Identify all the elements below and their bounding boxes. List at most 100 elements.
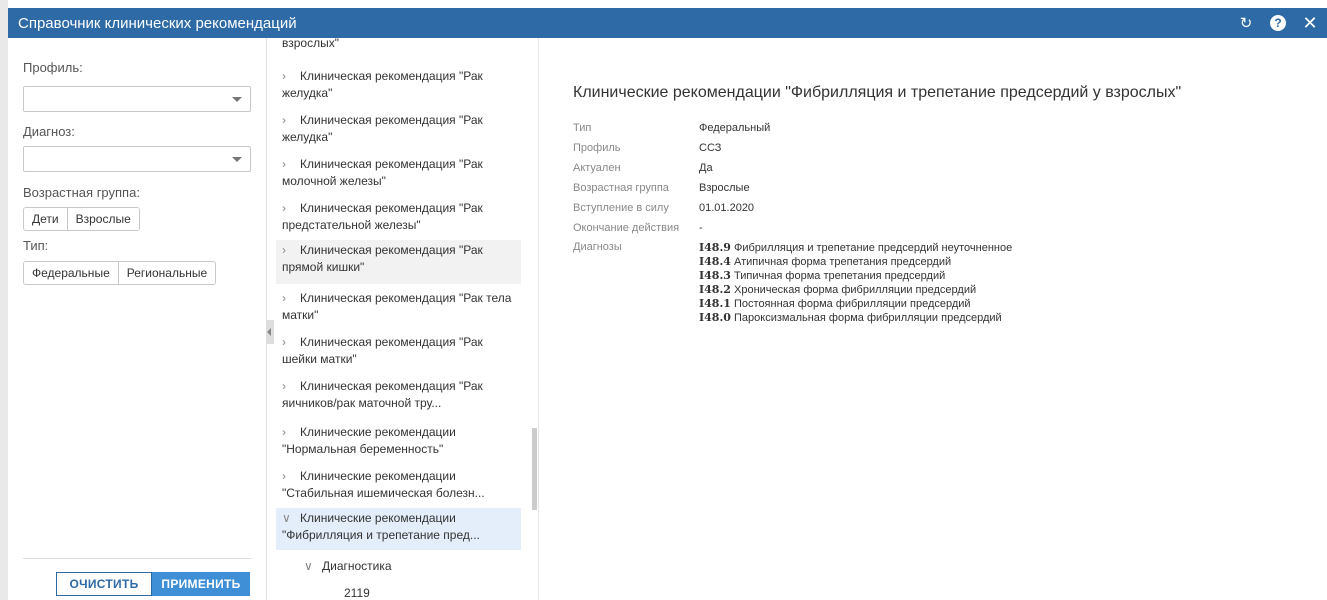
tree-item-label: Клиническая рекомендация "Рак bbox=[300, 201, 483, 215]
tree-item[interactable]: › Клиническая рекомендация "Рак шейки мат… bbox=[276, 332, 521, 370]
type-toggle: Федеральные Региональные bbox=[23, 261, 217, 285]
diagnosis-text: Фибрилляция и трепетание предсердий неут… bbox=[734, 242, 1013, 254]
age-group-toggle: Дети Взрослые bbox=[23, 207, 140, 231]
recommendation-tree: взрослых" › Клиническая рекомендация "Рак… bbox=[276, 38, 539, 600]
diagnosis-code: I48.4 bbox=[699, 255, 731, 268]
property-value: Да bbox=[699, 162, 713, 174]
detail-panel: Клинические рекомендации "Фибрилляция и … bbox=[540, 38, 1327, 600]
tree-item-label: Клинические рекомендации bbox=[300, 511, 456, 525]
tree-item[interactable]: › Клиническая рекомендация "Рак молочной … bbox=[276, 154, 521, 192]
chevron-down-icon: ∨ bbox=[282, 511, 291, 525]
chevron-right-icon: › bbox=[282, 69, 286, 83]
chevron-right-icon: › bbox=[282, 335, 286, 349]
tree-item-label: Клиническая рекомендация "Рак bbox=[300, 113, 483, 127]
tree-item[interactable]: › Клиническая рекомендация "Рак прямой ки… bbox=[276, 240, 521, 284]
diagnosis-item: I48.4 Атипичная форма трепетания предсер… bbox=[699, 255, 951, 268]
tree-item-label: Клиническая рекомендация "Рак bbox=[300, 243, 483, 257]
diagnosis-select[interactable] bbox=[23, 146, 251, 172]
tree-item[interactable]: › Клинические рекомендации "Нормальная бе… bbox=[276, 422, 521, 460]
diagnosis-code: I48.9 bbox=[699, 241, 731, 254]
apply-button[interactable]: ПРИМЕНИТЬ bbox=[152, 572, 250, 596]
tree-item-label: Клинические рекомендации bbox=[300, 469, 456, 483]
type-regional-button[interactable]: Региональные bbox=[118, 262, 216, 284]
detail-title: Клинические рекомендации "Фибрилляция и … bbox=[573, 84, 1182, 101]
tree-item-label: Клиническая рекомендация "Рак тела bbox=[300, 291, 512, 305]
tree-item-label: предстательной железы" bbox=[282, 218, 421, 232]
filter-panel: Профиль: Диагноз: Возрастная группа: Дет… bbox=[8, 38, 267, 600]
tree-item-label: яичников/рак маточной тру... bbox=[282, 396, 442, 410]
refresh-icon[interactable]: ↻ bbox=[1237, 14, 1255, 32]
tree-item[interactable]: › Клиническая рекомендация "Рак желудка" bbox=[276, 66, 521, 104]
tree-item[interactable]: › Клиническая рекомендация "Рак тела матк… bbox=[276, 288, 521, 326]
diagnosis-item: I48.2 Хроническая форма фибрилляции пред… bbox=[699, 283, 976, 296]
diagnosis-item: I48.9 Фибрилляция и трепетание предсерди… bbox=[699, 241, 1012, 254]
tree-item-label: "Стабильная ишемическая болезн... bbox=[282, 486, 485, 500]
tree-scrollbar[interactable] bbox=[532, 428, 537, 510]
divider bbox=[23, 558, 251, 559]
property-key: Возрастная группа bbox=[573, 182, 669, 194]
property-value: - bbox=[699, 222, 703, 234]
property-key: Тип bbox=[573, 122, 592, 134]
tree-item-label: шейки матки" bbox=[282, 352, 357, 366]
tree-subitem-diagnostics[interactable]: ∨ Диагностика bbox=[304, 559, 392, 573]
tree-item-label: Клиническая рекомендация "Рак bbox=[300, 69, 483, 83]
diagnosis-text: Постоянная форма фибрилляции предсердий bbox=[734, 298, 971, 310]
diagnosis-text: Хроническая форма фибрилляции предсердий bbox=[734, 284, 977, 296]
diagnosis-code: I48.3 bbox=[699, 269, 731, 282]
property-key: Профиль bbox=[573, 142, 621, 154]
tree-item[interactable]: › Клинические рекомендации "Стабильная иш… bbox=[276, 466, 521, 504]
age-children-button[interactable]: Дети bbox=[24, 208, 68, 230]
tree-item[interactable]: › Клиническая рекомендация "Рак предстате… bbox=[276, 198, 521, 236]
title-icons: ↻ ? ✕ bbox=[1237, 13, 1319, 33]
tree-item-fragment: взрослых" bbox=[282, 38, 339, 50]
age-group-label: Возрастная группа: bbox=[23, 185, 140, 200]
tree-subitem-label: Диагностика bbox=[322, 559, 392, 573]
profile-select[interactable] bbox=[23, 86, 251, 112]
tree-leaf-item[interactable]: 2119 bbox=[344, 586, 370, 600]
property-value: 01.01.2020 bbox=[699, 202, 755, 214]
tree-item-label: молочной железы" bbox=[282, 174, 386, 188]
tree-item-label: матки" bbox=[282, 308, 319, 322]
chevron-left-icon bbox=[267, 328, 271, 336]
chevron-right-icon: › bbox=[282, 469, 286, 483]
age-adults-button[interactable]: Взрослые bbox=[67, 208, 139, 230]
diagnosis-text: Атипичная форма трепетания предсердий bbox=[734, 256, 952, 268]
chevron-down-icon: ∨ bbox=[304, 559, 313, 573]
help-icon[interactable]: ? bbox=[1269, 14, 1287, 32]
chevron-right-icon: › bbox=[282, 291, 286, 305]
tree-item-label: "Фибрилляция и трепетание пред... bbox=[282, 528, 480, 542]
diagnosis-item: I48.3 Типичная форма трепетания предсерд… bbox=[699, 269, 945, 282]
diagnosis-code: I48.1 bbox=[699, 297, 731, 310]
window-title: Справочник клинических рекомендаций bbox=[18, 14, 297, 32]
close-icon[interactable]: ✕ bbox=[1301, 13, 1319, 33]
chevron-right-icon: › bbox=[282, 113, 286, 127]
tree-item-selected[interactable]: ∨ Клинические рекомендации "Фибрилляция и… bbox=[276, 508, 521, 550]
diagnosis-text: Пароксизмальная форма фибрилляции предсе… bbox=[734, 312, 1002, 324]
diagnosis-code: I48.2 bbox=[699, 283, 731, 296]
diagnosis-label: Диагноз: bbox=[23, 124, 75, 139]
tree-item-label: Клиническая рекомендация "Рак bbox=[300, 335, 483, 349]
collapse-panel-handle[interactable] bbox=[266, 320, 274, 344]
property-value: Федеральный bbox=[699, 122, 771, 134]
tree-item-label: желудка" bbox=[282, 130, 333, 144]
property-key: Диагнозы bbox=[573, 241, 622, 253]
diagnosis-code: I48.0 bbox=[699, 311, 731, 324]
type-label: Тип: bbox=[23, 238, 49, 253]
property-value: Взрослые bbox=[699, 182, 750, 194]
property-value: ССЗ bbox=[699, 142, 722, 154]
property-key: Актуален bbox=[573, 162, 621, 174]
tree-item[interactable]: › Клиническая рекомендация "Рак яичников/… bbox=[276, 376, 521, 414]
property-key: Окончание действия bbox=[573, 222, 680, 234]
chevron-down-icon bbox=[232, 157, 242, 162]
tree-item-label: Клиническая рекомендация "Рак bbox=[300, 379, 483, 393]
chevron-right-icon: › bbox=[282, 243, 286, 257]
left-edge bbox=[0, 0, 8, 600]
tree-item[interactable]: › Клиническая рекомендация "Рак желудка" bbox=[276, 110, 521, 148]
reference-window: Справочник клинических рекомендаций ↻ ? … bbox=[0, 0, 1327, 600]
property-key: Вступление в силу bbox=[573, 202, 669, 214]
chevron-right-icon: › bbox=[282, 425, 286, 439]
chevron-right-icon: › bbox=[282, 157, 286, 171]
clear-button[interactable]: ОЧИСТИТЬ bbox=[56, 572, 152, 596]
tree-item-label: "Нормальная беременность" bbox=[282, 442, 444, 456]
type-federal-button[interactable]: Федеральные bbox=[24, 262, 119, 284]
